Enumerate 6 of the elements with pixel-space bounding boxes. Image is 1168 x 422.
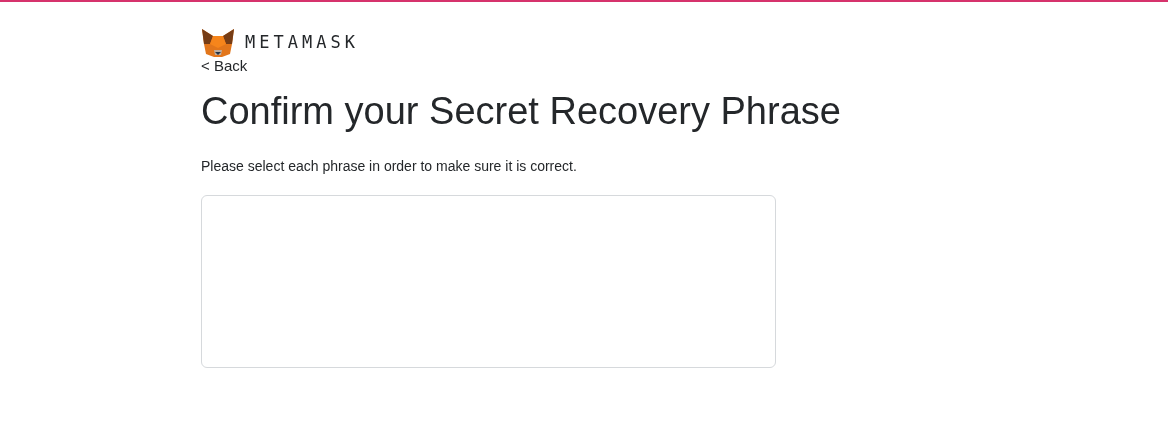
logo-text: METAMASK xyxy=(245,31,359,55)
back-link[interactable]: < Back xyxy=(201,57,1168,75)
instruction-text: Please select each phrase in order to make sure it is correct. xyxy=(201,157,578,176)
fox-logo-icon xyxy=(201,28,235,58)
page-title: Confirm your Secret Recovery Phrase xyxy=(201,89,842,134)
phrase-drop-area[interactable] xyxy=(201,195,776,368)
